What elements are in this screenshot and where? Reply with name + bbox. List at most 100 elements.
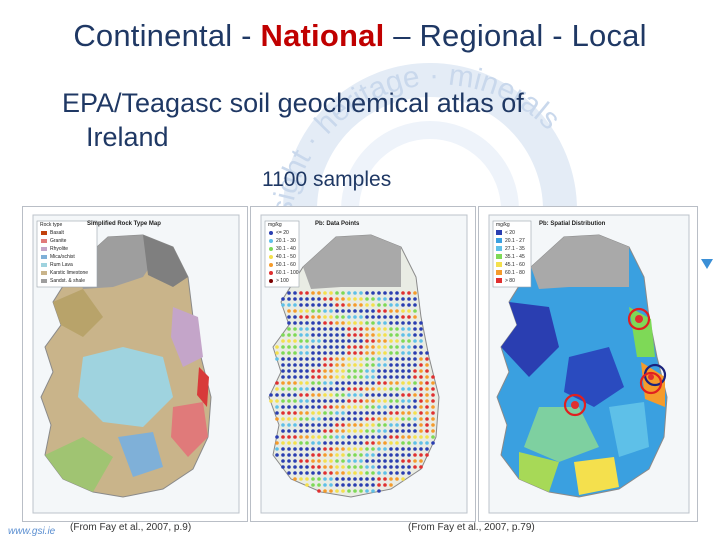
sample-point xyxy=(419,327,423,331)
rock-map-legend-heading: Rock type xyxy=(40,222,63,228)
sample-point xyxy=(335,399,339,403)
sample-point xyxy=(311,339,315,343)
sample-point xyxy=(365,459,369,463)
sample-point xyxy=(311,441,315,445)
sample-point xyxy=(287,303,291,307)
sample-point xyxy=(377,387,381,391)
sample-point xyxy=(347,351,351,355)
sample-point xyxy=(353,429,357,433)
sample-point xyxy=(305,303,309,307)
sample-point xyxy=(275,453,279,457)
legend-item: Mica/schist xyxy=(50,254,75,260)
sample-point xyxy=(311,345,315,349)
sample-point xyxy=(287,411,291,415)
sample-point xyxy=(347,453,351,457)
rock-type-map: Simplified Rock Type Map Rock type Basal… xyxy=(22,206,248,522)
sample-point xyxy=(281,351,285,355)
sample-point xyxy=(311,411,315,415)
sample-point xyxy=(407,303,411,307)
sample-point xyxy=(365,411,369,415)
sample-point xyxy=(341,333,345,337)
sample-point xyxy=(311,321,315,325)
sample-point xyxy=(365,309,369,313)
sample-point xyxy=(419,399,423,403)
sample-point xyxy=(347,291,351,295)
sample-point xyxy=(347,483,351,487)
sample-point xyxy=(389,465,393,469)
sample-point xyxy=(353,411,357,415)
sample-point xyxy=(395,399,399,403)
sample-point xyxy=(311,303,315,307)
sample-point xyxy=(401,375,405,379)
sample-point xyxy=(299,423,303,427)
sample-point xyxy=(419,411,423,415)
sample-point xyxy=(293,327,297,331)
sample-point xyxy=(395,315,399,319)
sample-point xyxy=(347,411,351,415)
sample-point xyxy=(371,453,375,457)
sample-point xyxy=(353,423,357,427)
sample-point xyxy=(317,417,321,421)
sample-point xyxy=(377,489,381,493)
sample-point xyxy=(371,447,375,451)
sample-point xyxy=(329,435,333,439)
sample-point xyxy=(311,357,315,361)
sample-point xyxy=(281,357,285,361)
sample-point xyxy=(383,351,387,355)
sample-point xyxy=(365,399,369,403)
sample-point xyxy=(365,381,369,385)
sample-point xyxy=(407,291,411,295)
sample-point xyxy=(305,399,309,403)
sample-point xyxy=(383,297,387,301)
sample-point xyxy=(329,345,333,349)
sample-point xyxy=(335,441,339,445)
sample-point xyxy=(353,483,357,487)
sample-point xyxy=(413,369,417,373)
pointer-arrow-icon xyxy=(701,259,713,269)
sample-point xyxy=(311,447,315,451)
sample-point xyxy=(377,339,381,343)
sample-point xyxy=(425,399,429,403)
sample-point xyxy=(341,327,345,331)
sample-point xyxy=(305,453,309,457)
sample-point xyxy=(401,459,405,463)
sample-point xyxy=(371,417,375,421)
sample-point xyxy=(353,477,357,481)
sample-point xyxy=(293,351,297,355)
sample-point xyxy=(323,327,327,331)
legend-item: <= 20 xyxy=(276,230,289,236)
sample-point xyxy=(353,321,357,325)
sample-point xyxy=(371,411,375,415)
pb-points-legend-heading: mg/kg xyxy=(268,222,282,228)
sample-point xyxy=(293,357,297,361)
sample-point xyxy=(389,435,393,439)
pb-data-points-map: Pb: Data Points mg/kg <= 20 20.1 - 30 30… xyxy=(250,206,476,522)
sample-point xyxy=(311,315,315,319)
sample-point xyxy=(299,291,303,295)
sample-point xyxy=(299,369,303,373)
sample-point xyxy=(317,405,321,409)
sample-point xyxy=(347,423,351,427)
sample-point xyxy=(323,405,327,409)
sample-point xyxy=(419,339,423,343)
sample-point xyxy=(425,441,429,445)
pb-spatial-legend: < 20 20.1 - 27 27.1 - 35 35.1 - 45 45.1 … xyxy=(505,229,525,285)
sample-point xyxy=(347,489,351,493)
sample-point xyxy=(329,423,333,427)
sample-point xyxy=(389,471,393,475)
sample-point xyxy=(305,387,309,391)
sample-point xyxy=(317,303,321,307)
sample-point xyxy=(371,327,375,331)
sample-point xyxy=(407,447,411,451)
sample-point xyxy=(299,345,303,349)
sample-point xyxy=(401,339,405,343)
sample-point xyxy=(383,393,387,397)
sample-point xyxy=(305,465,309,469)
sample-point xyxy=(425,423,429,427)
sample-point xyxy=(359,291,363,295)
sample-point xyxy=(383,381,387,385)
sample-point xyxy=(287,447,291,451)
sample-point xyxy=(419,465,423,469)
sample-point xyxy=(323,423,327,427)
sample-point xyxy=(425,381,429,385)
